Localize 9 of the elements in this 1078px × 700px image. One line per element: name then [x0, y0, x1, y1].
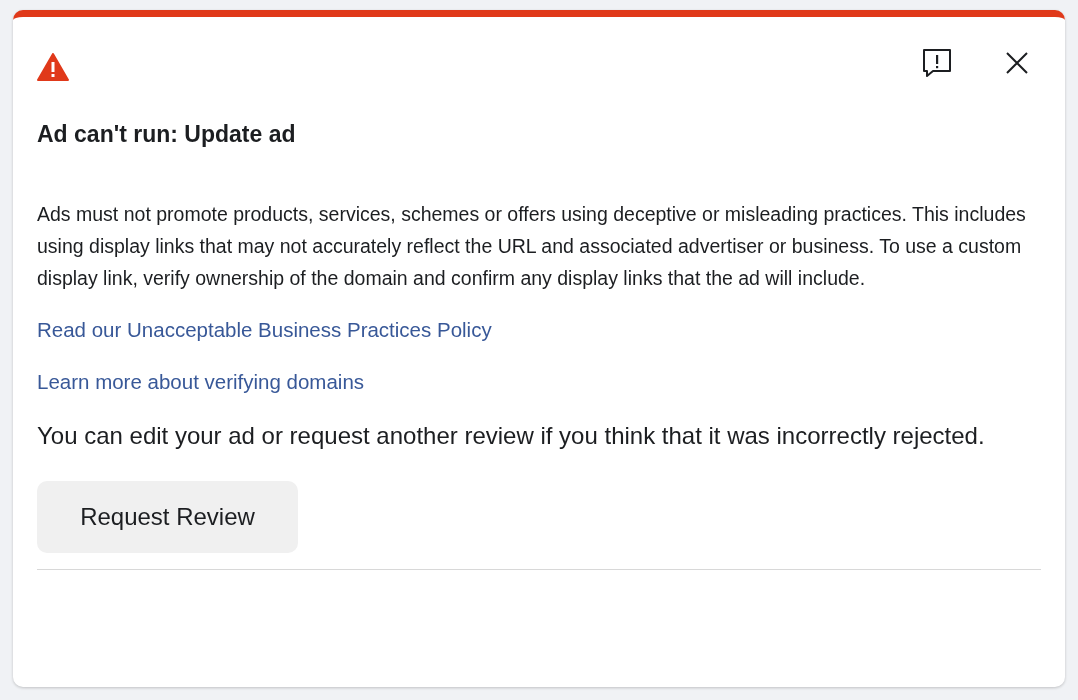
- policy-link[interactable]: Learn more about verifying domains: [37, 366, 365, 398]
- policy-description: Ads must not promote products, services, schemes or offers using deceptive or misleading practices. This includes using display links that may not accurately reflect the URL and associated advertiser or business. To use a custom display link, verify ownership of the domain and confirm any display links that the ad will include.: [37, 202, 1027, 291]
- review-note: You can edit your ad or request another review if you think that it was incorrectly rejected.: [37, 421, 986, 451]
- feedback-icon[interactable]: [921, 47, 953, 79]
- warning-icon: [37, 53, 69, 81]
- alert-title: Ad can't run: Update ad: [37, 121, 297, 148]
- close-icon[interactable]: [1005, 51, 1029, 75]
- request-review-button[interactable]: Request Review: [37, 481, 298, 553]
- policy-link[interactable]: Read our Unacceptable Business Practices Policy: [37, 314, 492, 346]
